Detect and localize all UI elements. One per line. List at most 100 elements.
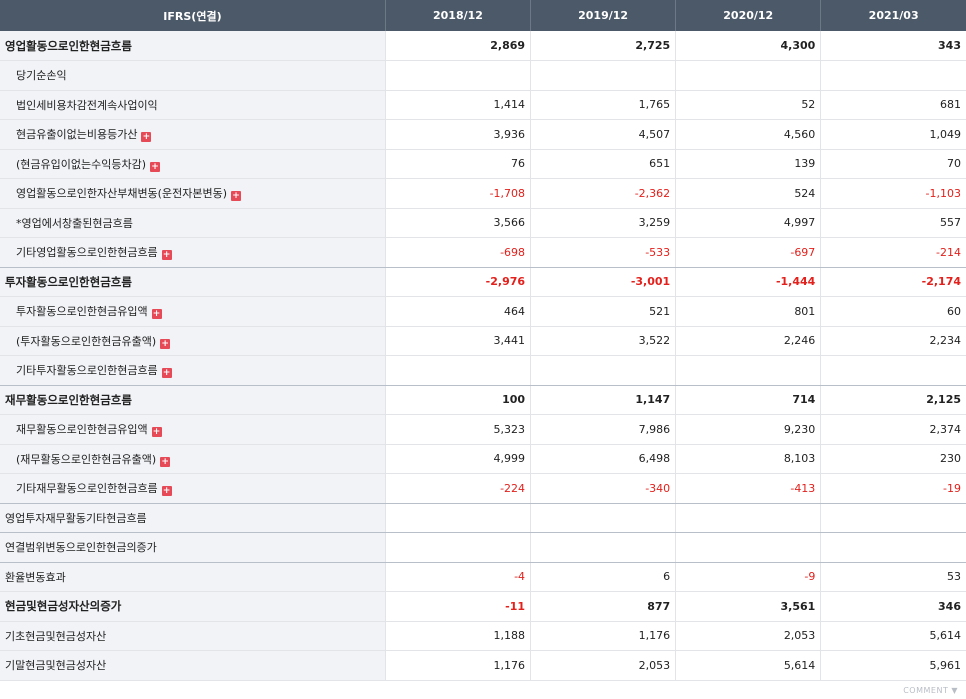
value-cell — [385, 503, 532, 533]
value-cell: 100 — [385, 385, 532, 415]
value-cell: 1,147 — [530, 385, 677, 415]
table-row: 영업투자재무활동기타현금흐름 — [0, 503, 966, 533]
value-cell: -19 — [820, 473, 966, 504]
triangle-down-icon: ▼ — [951, 686, 958, 695]
table-row: 법인세비용차감전계속사업이익 1,414 1,765 52 681 — [0, 90, 966, 120]
plus-icon[interactable]: + — [160, 338, 171, 349]
row-label: (재무활동으로인한현금유출액) — [16, 452, 157, 466]
value-cell: 1,188 — [385, 621, 532, 651]
value-cell: -214 — [820, 237, 966, 268]
row-label: *영업에서창출된현금흐름 — [16, 216, 133, 230]
header-period: 2021/03 — [820, 0, 966, 31]
value-cell: -533 — [530, 237, 677, 268]
value-cell: 3,561 — [675, 591, 822, 622]
value-cell: 5,614 — [675, 650, 822, 681]
row-label-cell: 재무활동으로인한현금유입액 + — [0, 414, 386, 445]
value-cell: -1,444 — [675, 267, 822, 297]
row-label-cell: 법인세비용차감전계속사업이익 — [0, 90, 386, 120]
row-label-cell: 재무활동으로인한현금흐름 — [0, 385, 386, 415]
value-cell: 4,300 — [675, 31, 822, 61]
table-row: 현금및현금성자산의증가 -11 877 3,561 346 — [0, 591, 966, 622]
comment-label: COMMENT — [903, 686, 949, 695]
row-label: 재무활동으로인한현금유입액 — [16, 423, 148, 437]
comment-toggle[interactable]: COMMENT ▼ — [903, 686, 958, 695]
plus-icon[interactable]: + — [230, 191, 241, 202]
value-cell: 5,323 — [385, 414, 532, 445]
value-cell: 53 — [820, 562, 966, 592]
value-cell: 139 — [675, 149, 822, 179]
table-row: 기초현금및현금성자산 1,188 1,176 2,053 5,614 — [0, 621, 966, 651]
value-cell: 230 — [820, 444, 966, 474]
plus-icon[interactable]: + — [160, 456, 171, 467]
value-cell: 557 — [820, 208, 966, 238]
row-label: 기말현금및현금성자산 — [5, 659, 107, 673]
plus-icon[interactable]: + — [150, 161, 161, 172]
row-label: 환율변동효과 — [5, 570, 66, 584]
row-label-cell: 현금및현금성자산의증가 — [0, 591, 386, 622]
value-cell: 464 — [385, 296, 532, 327]
table-row: 기타투자활동으로인한현금흐름 + — [0, 355, 966, 386]
table-row: 기말현금및현금성자산 1,176 2,053 5,614 5,961 — [0, 650, 966, 681]
value-cell — [675, 503, 822, 533]
value-cell: -11 — [385, 591, 532, 622]
row-label: 영업투자재무활동기타현금흐름 — [5, 511, 147, 525]
plus-icon[interactable]: + — [141, 132, 152, 143]
header-row: IFRS(연결) 2018/12 2019/12 2020/12 2021/03 — [0, 0, 966, 31]
value-cell: 70 — [820, 149, 966, 179]
table-row: 기타재무활동으로인한현금흐름 + -224 -340 -413 -19 — [0, 473, 966, 504]
row-label: 투자활동으로인한현금흐름 — [5, 274, 132, 289]
row-label-cell: 투자활동으로인한현금흐름 — [0, 267, 386, 297]
value-cell: 524 — [675, 178, 822, 209]
value-cell — [675, 355, 822, 386]
value-cell: 651 — [530, 149, 677, 179]
value-cell: -1,103 — [820, 178, 966, 209]
plus-icon[interactable]: + — [161, 250, 172, 261]
row-label: 기초현금및현금성자산 — [5, 629, 107, 643]
value-cell: 2,374 — [820, 414, 966, 445]
value-cell: 1,414 — [385, 90, 532, 120]
value-cell: 76 — [385, 149, 532, 179]
value-cell: 4,999 — [385, 444, 532, 474]
table-row: 영업활동으로인한자산부채변동(운전자본변동) + -1,708 -2,362 524 -1… — [0, 178, 966, 209]
value-cell — [385, 355, 532, 386]
value-cell: 4,507 — [530, 119, 677, 150]
row-label-cell: 기말현금및현금성자산 — [0, 650, 386, 681]
value-cell: 3,441 — [385, 326, 532, 356]
row-label-cell: 연결범위변동으로인한현금의증가 — [0, 532, 386, 563]
row-label-cell: (현금유입이없는수익등차감) + — [0, 149, 386, 179]
value-cell: 60 — [820, 296, 966, 327]
row-label-cell: 환율변동효과 — [0, 562, 386, 592]
table-row: (현금유입이없는수익등차감) +76 651 139 70 — [0, 149, 966, 179]
table-row: 영업활동으로인한현금흐름 2,869 2,725 4,300 343 — [0, 31, 966, 61]
value-cell: -9 — [675, 562, 822, 592]
value-cell: 1,176 — [385, 650, 532, 681]
plus-icon[interactable]: + — [161, 486, 172, 497]
value-cell — [530, 60, 677, 91]
value-cell: -2,174 — [820, 267, 966, 297]
value-cell — [820, 60, 966, 91]
value-cell — [675, 532, 822, 563]
row-label: 영업활동으로인한현금흐름 — [5, 38, 132, 53]
row-label-cell: (재무활동으로인한현금유출액) + — [0, 444, 386, 474]
value-cell: 2,246 — [675, 326, 822, 356]
value-cell — [385, 60, 532, 91]
value-cell: 52 — [675, 90, 822, 120]
value-cell — [530, 503, 677, 533]
value-cell: -3,001 — [530, 267, 677, 297]
table-row: (재무활동으로인한현금유출액) +4,999 6,498 8,103 230 — [0, 444, 966, 474]
value-cell: -340 — [530, 473, 677, 504]
row-label: 현금유출이없는비용등가산 — [16, 128, 138, 142]
value-cell: 6 — [530, 562, 677, 592]
plus-icon[interactable]: + — [151, 427, 162, 438]
value-cell: 2,869 — [385, 31, 532, 61]
value-cell: -1,708 — [385, 178, 532, 209]
plus-icon[interactable]: + — [151, 309, 162, 320]
value-cell: 2,053 — [675, 621, 822, 651]
table-row: 투자활동으로인한현금흐름 -2,976 -3,001 -1,444 -2,174 — [0, 267, 966, 297]
value-cell: 4,997 — [675, 208, 822, 238]
plus-icon[interactable]: + — [161, 368, 172, 379]
table-row: 연결범위변동으로인한현금의증가 — [0, 532, 966, 563]
value-cell: 3,259 — [530, 208, 677, 238]
header-period: 2019/12 — [530, 0, 677, 31]
value-cell — [385, 532, 532, 563]
